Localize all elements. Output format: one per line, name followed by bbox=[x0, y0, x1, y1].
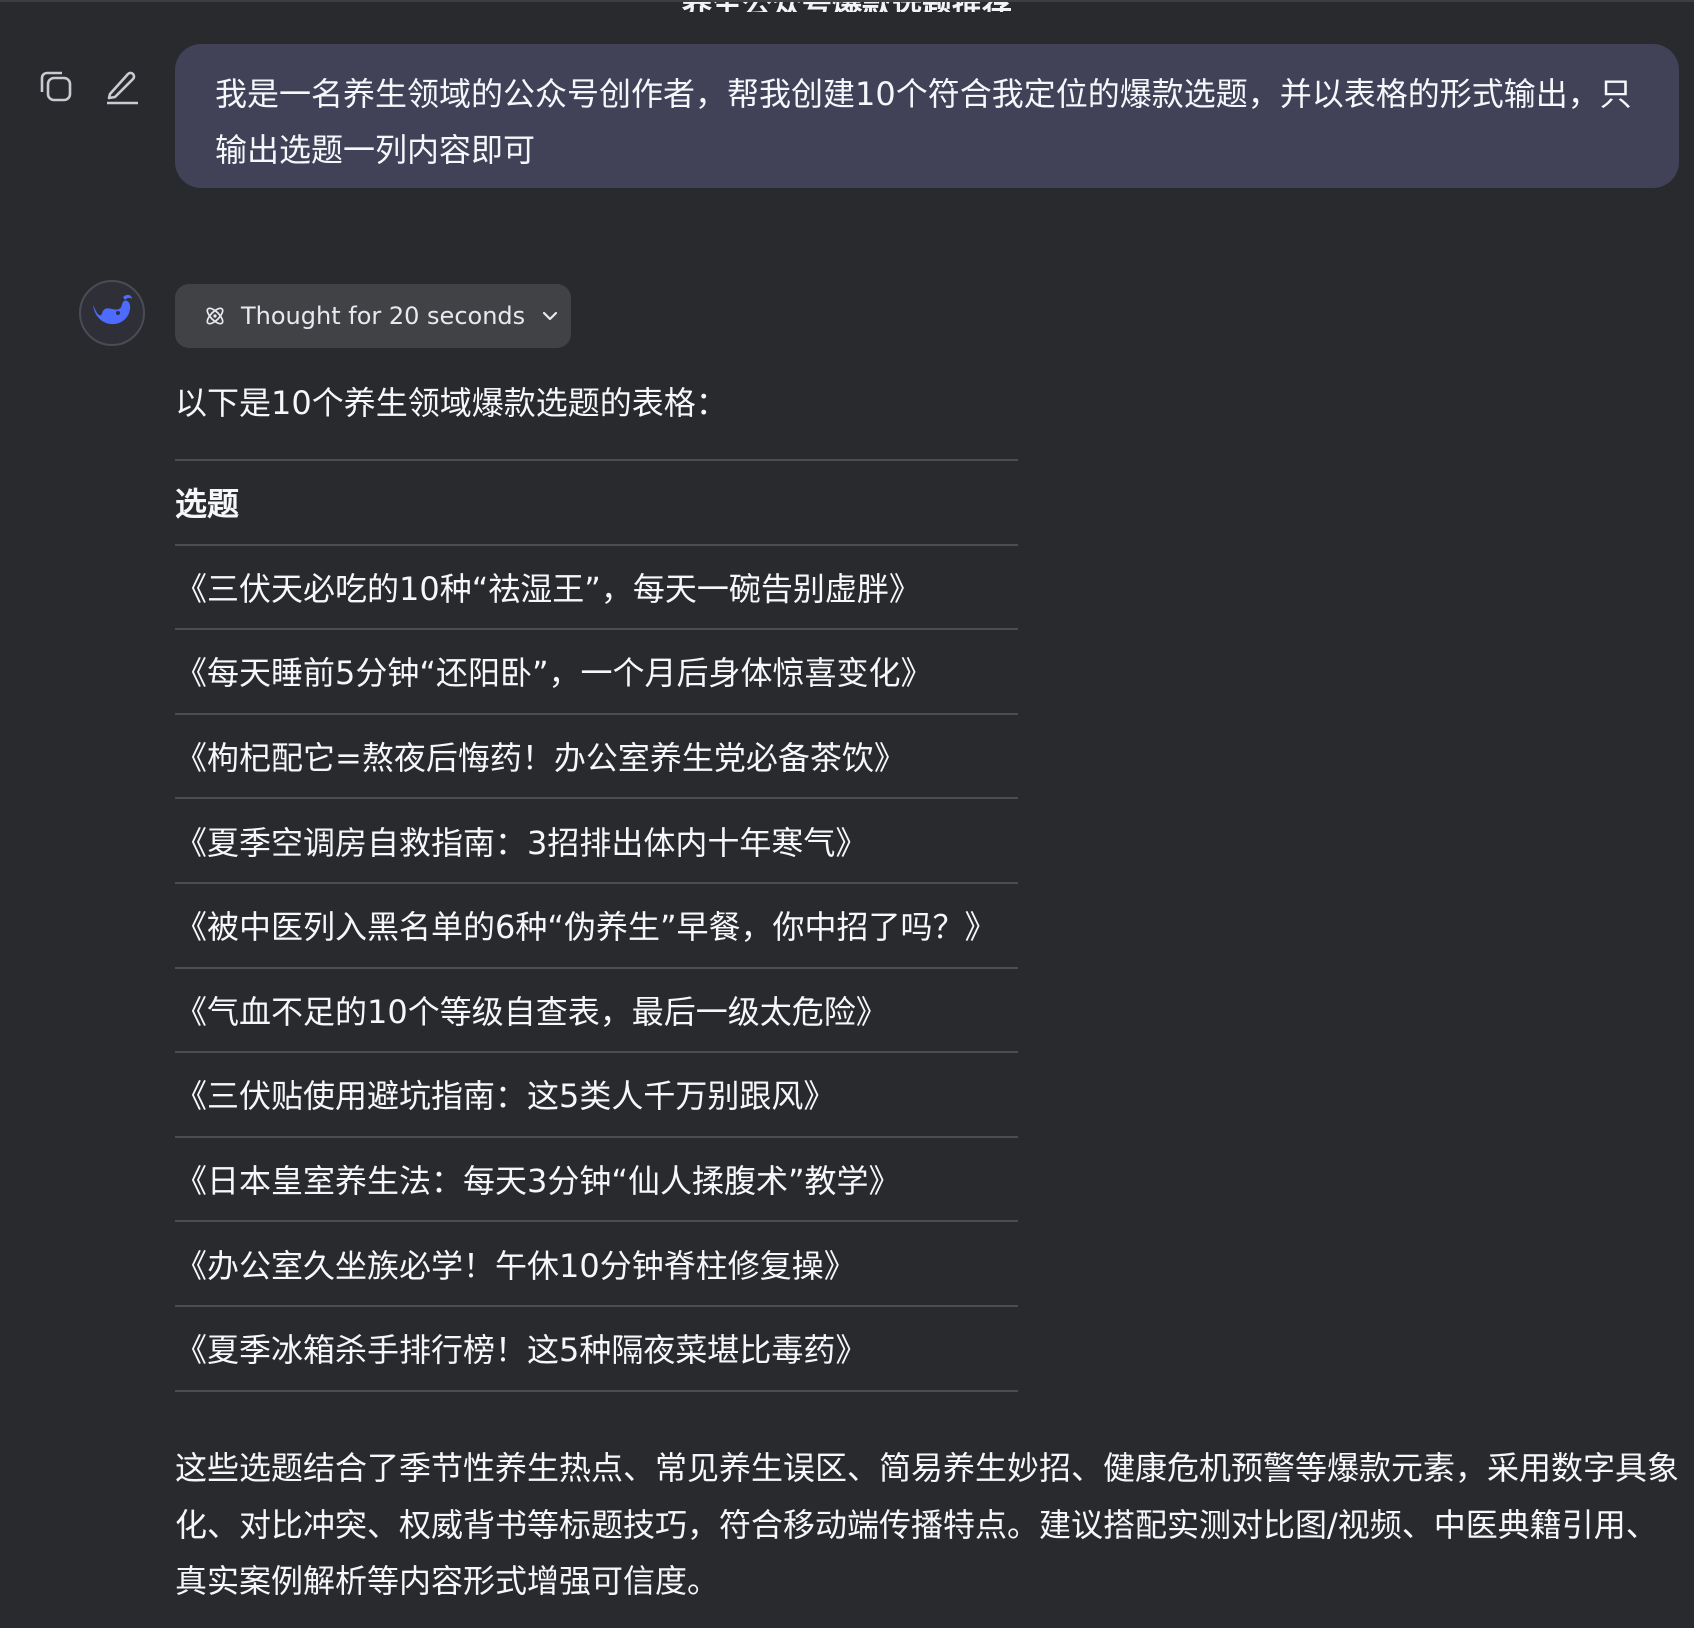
topics-table: 选题 《三伏天必吃的10种“祛湿王”，每天一碗告别虚胖》 《每天睡前5分钟“还阳卧… bbox=[175, 459, 1018, 1392]
table-row: 《枸杞配它=熬夜后悔药！办公室养生党必备茶饮》 bbox=[175, 712, 1018, 799]
topic-cell: 《三伏天必吃的10种“祛湿王”，每天一碗告别虚胖》 bbox=[175, 543, 1018, 630]
table-row: 《三伏天必吃的10种“祛湿王”，每天一碗告别虚胖》 bbox=[175, 543, 1018, 630]
assistant-intro-text: 以下是10个养生领域爆款选题的表格： bbox=[175, 384, 728, 422]
table-row: 《夏季空调房自救指南：3招排出体内十年寒气》 bbox=[175, 797, 1018, 883]
table-body: 《三伏天必吃的10种“祛湿王”，每天一碗告别虚胖》 《每天睡前5分钟“还阳卧”，一… bbox=[175, 543, 1018, 1392]
edit-icon[interactable] bbox=[100, 64, 144, 108]
assistant-summary-text: 这些选题结合了季节性养生热点、常见养生误区、简易养生妙招、健康危机预警等爆款元素… bbox=[175, 1449, 1680, 1600]
assistant-avatar bbox=[79, 280, 145, 346]
table-row: 《三伏贴使用避坑指南：这5类人千万别跟风》 bbox=[175, 1051, 1018, 1137]
topic-cell: 《办公室久坐族必学！午休10分钟脊柱修复操》 bbox=[175, 1220, 1018, 1306]
header-divider bbox=[0, 0, 1694, 2]
topic-cell: 《夏季冰箱杀手排行榜！这5种隔夜菜堪比毒药》 bbox=[175, 1304, 1018, 1392]
table-row: 《日本皇室养生法：每天3分钟“仙人揉腹术”教学》 bbox=[175, 1135, 1018, 1222]
topic-cell: 《气血不足的10个等级自查表，最后一级太危险》 bbox=[175, 966, 1018, 1053]
thought-toggle-button[interactable]: Thought for 20 seconds bbox=[175, 284, 571, 348]
topic-cell: 《每天睡前5分钟“还阳卧”，一个月后身体惊喜变化》 bbox=[175, 628, 1018, 714]
chevron-down-icon bbox=[539, 305, 561, 327]
topic-cell: 《被中医列入黑名单的6种“伪养生”早餐，你中招了吗？》 bbox=[175, 881, 1018, 968]
whale-logo-icon bbox=[89, 291, 135, 335]
table-row: 《被中医列入黑名单的6种“伪养生”早餐，你中招了吗？》 bbox=[175, 881, 1018, 968]
user-message-actions bbox=[34, 64, 144, 108]
topic-cell: 《三伏贴使用避坑指南：这5类人千万别跟风》 bbox=[175, 1051, 1018, 1137]
table-header-row: 选题 bbox=[175, 459, 1018, 545]
table-header-cell: 选题 bbox=[175, 459, 1018, 545]
topic-cell: 《夏季空调房自救指南：3招排出体内十年寒气》 bbox=[175, 797, 1018, 883]
copy-icon[interactable] bbox=[34, 64, 78, 108]
topic-cell: 《日本皇室养生法：每天3分钟“仙人揉腹术”教学》 bbox=[175, 1135, 1018, 1222]
atom-icon bbox=[203, 304, 227, 328]
table-row: 《夏季冰箱杀手排行榜！这5种隔夜菜堪比毒药》 bbox=[175, 1304, 1018, 1392]
table-row: 《气血不足的10个等级自查表，最后一级太危险》 bbox=[175, 966, 1018, 1053]
thought-label: Thought for 20 seconds bbox=[241, 302, 526, 330]
topic-cell: 《枸杞配它=熬夜后悔药！办公室养生党必备茶饮》 bbox=[175, 712, 1018, 799]
table-row: 《每天睡前5分钟“还阳卧”，一个月后身体惊喜变化》 bbox=[175, 628, 1018, 714]
user-message-bubble: 我是一名养生领域的公众号创作者，帮我创建10个符合我定位的爆款选题，并以表格的形… bbox=[175, 44, 1679, 188]
table-row: 《办公室久坐族必学！午休10分钟脊柱修复操》 bbox=[175, 1220, 1018, 1306]
